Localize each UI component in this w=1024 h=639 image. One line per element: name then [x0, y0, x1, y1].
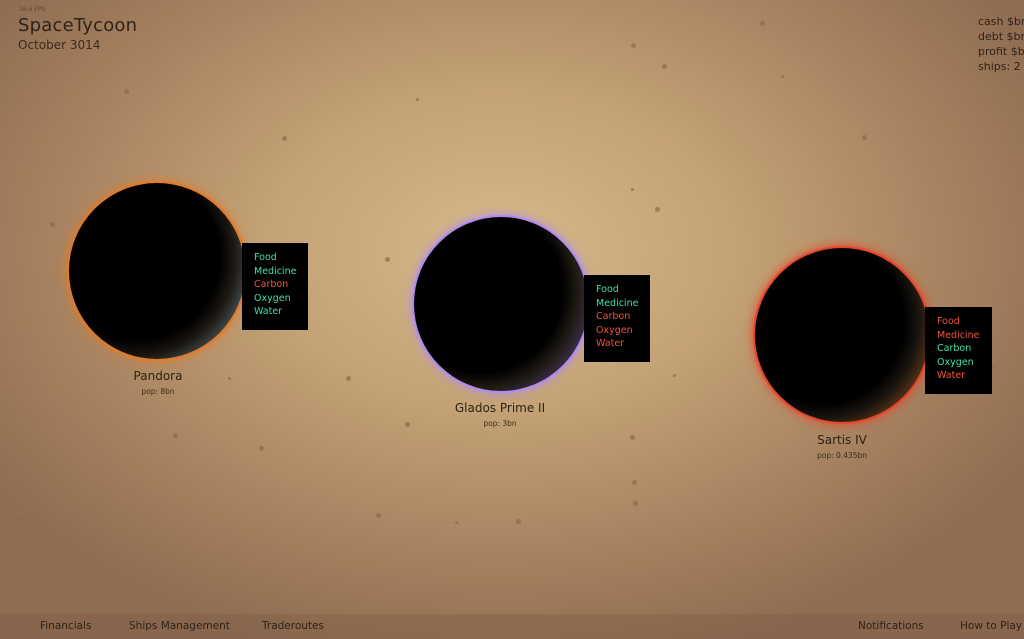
star — [993, 366, 996, 369]
resource-panel-sartis-iv: Food Medicine Carbon Oxygen Water — [925, 307, 992, 394]
star — [416, 98, 419, 101]
player-stats: cash $bn: debt $bn: profit $bn: ships: 2 — [978, 14, 1024, 74]
game-date: October 3014 — [18, 38, 101, 52]
planet-name-sartis-iv: Sartis IV — [817, 433, 867, 447]
planet-pop-pandora: pop: 8bn — [141, 387, 175, 396]
fps-counter: 16.6 FPS — [19, 6, 46, 13]
star — [912, 543, 915, 546]
resource-water: Water — [596, 338, 625, 349]
star — [781, 75, 784, 78]
resource-oxygen: Oxygen — [254, 292, 291, 304]
debt-stat: debt $bn: — [978, 30, 1024, 43]
star — [630, 435, 635, 440]
resource-water: Water — [254, 306, 283, 317]
star — [633, 501, 638, 506]
star — [632, 480, 637, 485]
ships-stat: ships: 2 — [978, 60, 1021, 73]
nav-financials[interactable]: Financials — [40, 620, 91, 632]
game-title: SpaceTycoon — [18, 15, 138, 36]
star — [455, 521, 458, 524]
resource-medicine: Medicine — [937, 329, 980, 341]
star — [16, 516, 21, 521]
resource-oxygen: Oxygen — [596, 324, 633, 336]
star — [655, 207, 660, 212]
resource-carbon: Carbon — [254, 279, 289, 290]
star — [340, 610, 343, 613]
star — [385, 257, 390, 262]
resource-food: Food — [937, 316, 960, 327]
resource-food: Food — [254, 252, 277, 263]
resource-carbon: Carbon — [937, 343, 972, 354]
resource-medicine: Medicine — [254, 265, 297, 277]
resource-panel-pandora: Food Medicine Carbon Oxygen Water — [242, 243, 308, 330]
resource-panel-glados-prime-ii: Food Medicine Carbon Oxygen Water — [584, 275, 650, 362]
nav-notifications[interactable]: Notifications — [858, 620, 924, 632]
star — [760, 21, 765, 26]
planet-pop-sartis-iv: pop: 0.435bn — [816, 451, 867, 460]
nav-ships-management[interactable]: Ships Management — [129, 620, 230, 632]
star — [124, 89, 129, 94]
star — [173, 433, 178, 438]
nav-how-to-play[interactable]: How to Play — [960, 620, 1022, 632]
planet-pandora[interactable] — [69, 183, 245, 359]
star — [862, 135, 867, 140]
star — [282, 136, 287, 141]
planet-pop-glados-prime-ii: pop: 3bn — [483, 419, 517, 428]
resource-carbon: Carbon — [596, 311, 631, 322]
planet-name-pandora: Pandora — [133, 369, 183, 383]
star — [50, 222, 55, 227]
cash-stat: cash $bn: — [978, 15, 1024, 28]
resource-water: Water — [937, 370, 966, 381]
star — [346, 376, 351, 381]
star — [662, 64, 667, 69]
star — [631, 43, 636, 48]
star — [631, 188, 634, 191]
planet-sartis-iv[interactable] — [755, 248, 929, 422]
resource-medicine: Medicine — [596, 297, 639, 309]
star — [516, 519, 521, 524]
planet-glados-prime-ii[interactable] — [414, 217, 588, 391]
resource-food: Food — [596, 284, 619, 295]
star — [673, 374, 676, 377]
nav-traderoutes[interactable]: Traderoutes — [262, 620, 324, 632]
resource-oxygen: Oxygen — [937, 356, 974, 368]
star — [259, 446, 264, 451]
star — [376, 513, 381, 518]
profit-stat: profit $bn: — [978, 45, 1024, 58]
planet-name-glados-prime-ii: Glados Prime II — [454, 401, 546, 415]
